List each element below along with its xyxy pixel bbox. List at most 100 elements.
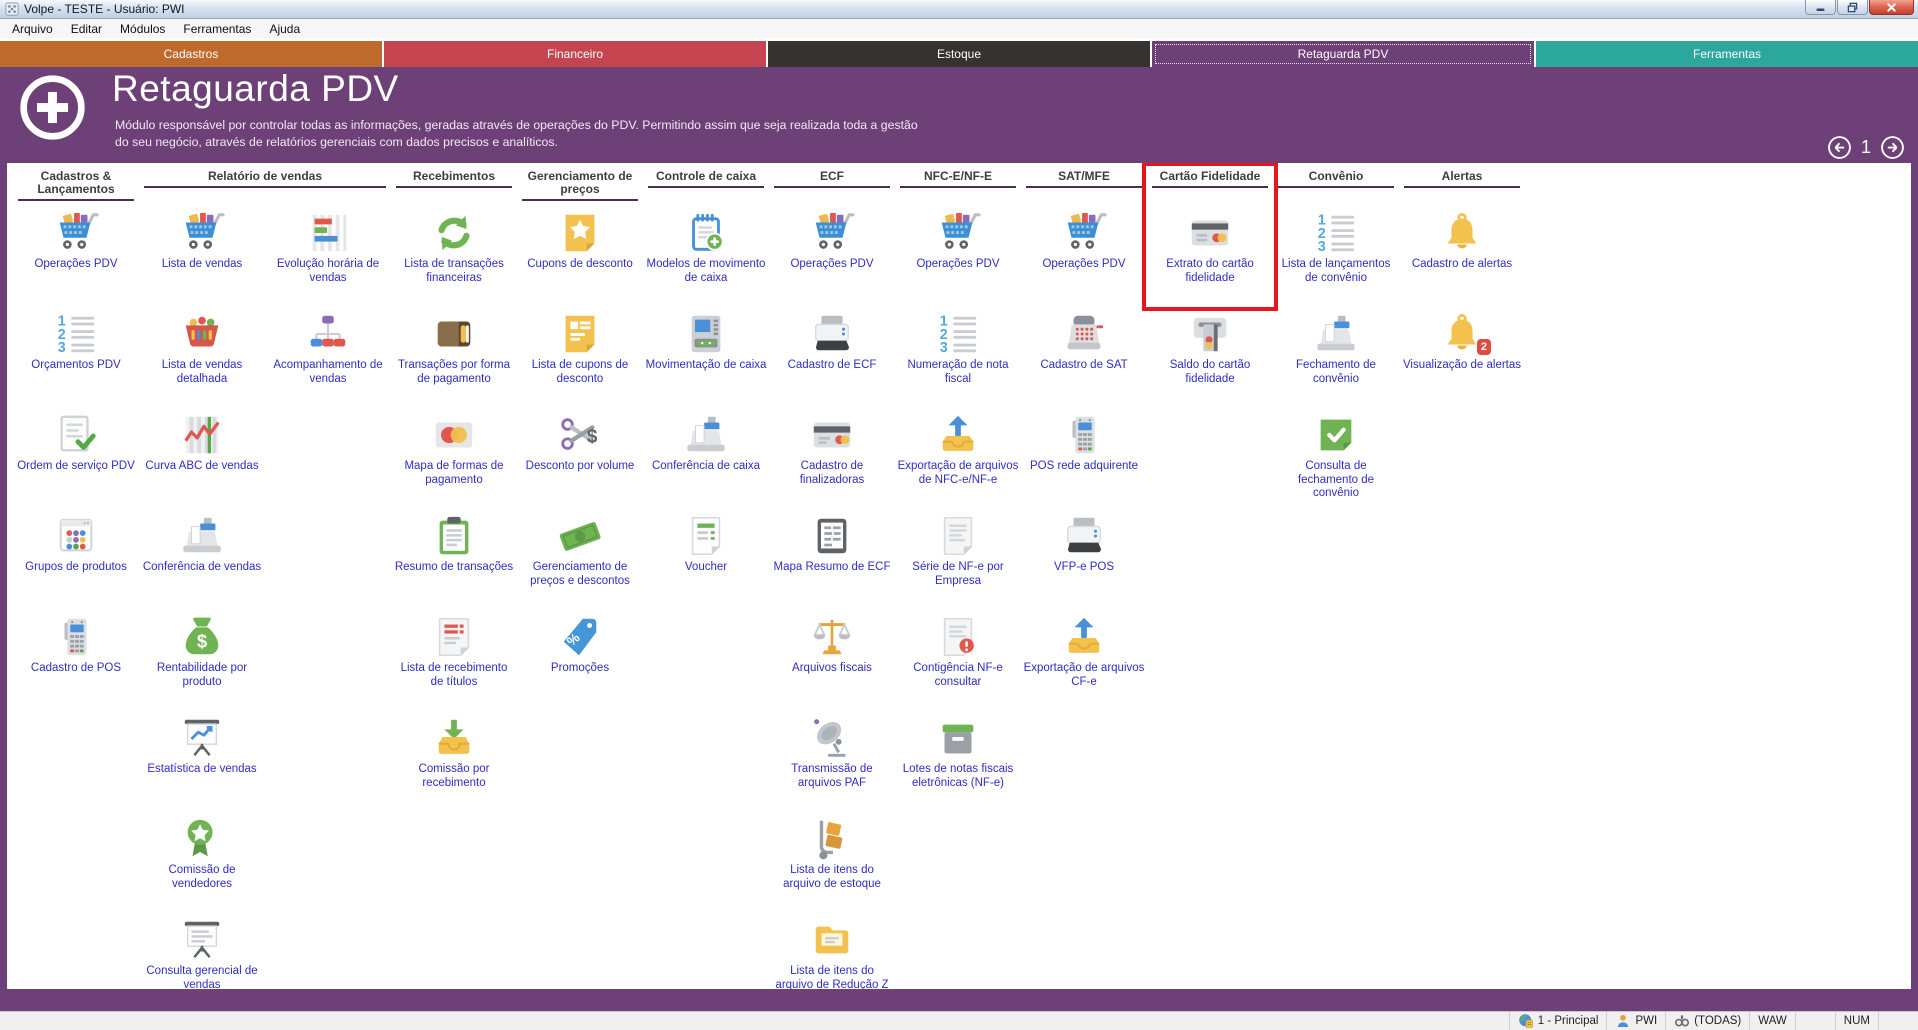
- column-header: SAT/MFE: [1021, 167, 1147, 205]
- module-item-label: Visualização de alertas: [1401, 359, 1523, 373]
- close-button[interactable]: [1869, 0, 1914, 15]
- module-item-consulta-de-fechamento-de-convenio[interactable]: Consulta de fechamento de convênio: [1273, 407, 1399, 508]
- module-item-label: Grupos de produtos: [23, 561, 129, 575]
- module-item-consulta-gerencial-de-vendas[interactable]: Consulta gerencial de vendas: [139, 912, 265, 989]
- module-item-lista-de-recebimento-de-titulos[interactable]: Lista de recebimento de títulos: [391, 609, 517, 710]
- module-item-transacoes-por-forma-de-pagamento[interactable]: Transações por forma de pagamento: [391, 306, 517, 407]
- module-item-transmissao-de-arquivos-paf[interactable]: Transmissão de arquivos PAF: [769, 710, 895, 811]
- module-item-operacoes-pdv[interactable]: Operações PDV: [769, 205, 895, 306]
- module-item-label: Lista de lançamentos de convênio: [1273, 258, 1399, 285]
- module-item-visualizacao-de-alertas[interactable]: 2Visualização de alertas: [1399, 306, 1525, 407]
- module-item-comissao-de-vendedores[interactable]: Comissão de vendedores: [139, 811, 265, 912]
- module-item-cadastro-de-sat[interactable]: Cadastro de SAT: [1021, 306, 1147, 407]
- module-item-contigencia-nf-e-consultar[interactable]: Contigência NF-e consultar: [895, 609, 1021, 710]
- export-box-icon: [1061, 614, 1107, 660]
- module-item-resumo-de-transacoes[interactable]: Resumo de transações: [391, 508, 517, 609]
- tab-financeiro[interactable]: Financeiro: [384, 41, 766, 67]
- minimize-button[interactable]: [1805, 0, 1836, 15]
- module-item-ordem-de-servico-pdv[interactable]: Ordem de serviço PDV: [13, 407, 139, 508]
- module-item-saldo-do-cartao-fidelidade[interactable]: Saldo do cartão fidelidade: [1147, 306, 1273, 407]
- inbox-receive-icon: [431, 715, 477, 761]
- menu-editar[interactable]: Editar: [62, 19, 111, 38]
- module-item-vfp-e-pos[interactable]: VFP-e POS: [1021, 508, 1147, 609]
- status-waw: WAW: [1749, 1012, 1795, 1030]
- module-item-desconto-por-volume[interactable]: Desconto por volume: [517, 407, 643, 508]
- module-item-fechamento-de-convenio[interactable]: Fechamento de convênio: [1273, 306, 1399, 407]
- module-item-operacoes-pdv[interactable]: Operações PDV: [895, 205, 1021, 306]
- module-item-lista-de-cupons-de-desconto[interactable]: Lista de cupons de desconto: [517, 306, 643, 407]
- module-item-acompanhamento-de-vendas[interactable]: Acompanhamento de vendas: [265, 306, 391, 407]
- module-item-label: Operações PDV: [1040, 258, 1127, 272]
- module-item-modelos-de-movimento-de-caixa[interactable]: Modelos de movimento de caixa: [643, 205, 769, 306]
- module-item-operacoes-pdv[interactable]: Operações PDV: [1021, 205, 1147, 306]
- module-item-cadastro-de-alertas[interactable]: Cadastro de alertas: [1399, 205, 1525, 306]
- tab-cadastros[interactable]: Cadastros: [0, 41, 382, 67]
- module-item-label: Lista de vendas detalhada: [139, 359, 265, 386]
- module-item-extrato-do-cartao-fidelidade[interactable]: Extrato do cartão fidelidade: [1147, 205, 1273, 306]
- module-item-lista-de-vendas[interactable]: Lista de vendas: [139, 205, 265, 306]
- menu-arquivo[interactable]: Arquivo: [3, 19, 62, 38]
- minimize-icon: [1815, 2, 1826, 13]
- module-item-lista-de-lancamentos-de-convenio[interactable]: Lista de lançamentos de convênio: [1273, 205, 1399, 306]
- money-bag-icon: [179, 614, 225, 660]
- module-item-serie-de-nf-e-por-empresa[interactable]: Série de NF-e por Empresa: [895, 508, 1021, 609]
- menu-modulos[interactable]: Módulos: [111, 19, 174, 38]
- module-item-conferencia-de-vendas[interactable]: Conferência de vendas: [139, 508, 265, 609]
- loyalty-card-icon: [1187, 210, 1233, 256]
- module-item-lista-de-itens-do-arquivo-de-estoque[interactable]: Lista de itens do arquivo de estoque: [769, 811, 895, 912]
- module-item-mapa-resumo-de-ecf[interactable]: Mapa Resumo de ECF: [769, 508, 895, 609]
- pos-terminal-icon: [53, 614, 99, 660]
- shopping-cart-icon: [53, 210, 99, 256]
- module-item-lista-de-transacoes-financeiras[interactable]: Lista de transações financeiras: [391, 205, 517, 306]
- retaguarda-pdv-module: Retaguarda PDV Módulo responsável por co…: [0, 67, 1918, 1011]
- module-item-cupons-de-desconto[interactable]: Cupons de desconto: [517, 205, 643, 306]
- document-alert-icon: [935, 614, 981, 660]
- modules-grid: Cadastros & LançamentosOperações PDVOrça…: [13, 167, 1911, 989]
- module-item-voucher[interactable]: Voucher: [643, 508, 769, 609]
- column-header: Alertas: [1399, 167, 1525, 205]
- previous-page-button[interactable]: [1827, 135, 1852, 160]
- shopping-cart-icon: [809, 210, 855, 256]
- module-item-lotes-de-notas-fiscais-eletronicas-nf-e[interactable]: Lotes de notas fiscais eletrônicas (NF-e…: [895, 710, 1021, 811]
- module-item-cadastro-de-ecf[interactable]: Cadastro de ECF: [769, 306, 895, 407]
- module-item-lista-de-vendas-detalhada[interactable]: Lista de vendas detalhada: [139, 306, 265, 407]
- module-column-gerenciamento-de-precos: Gerenciamento de preçosCupons de descont…: [517, 167, 643, 710]
- module-item-cadastro-de-pos[interactable]: Cadastro de POS: [13, 609, 139, 710]
- tab-estoque[interactable]: Estoque: [768, 41, 1150, 67]
- shopping-cart-icon: [179, 210, 225, 256]
- module-item-exportacao-de-arquivos-de-nfc-e-nf-e[interactable]: Exportação de arquivos de NFC-e/NF-e: [895, 407, 1021, 508]
- module-item-numeracao-de-nota-fiscal[interactable]: Numeração de nota fiscal: [895, 306, 1021, 407]
- bar-chart-icon: [305, 210, 351, 256]
- module-item-evolucao-horaria-de-vendas[interactable]: Evolução horária de vendas: [265, 205, 391, 306]
- module-item-operacoes-pdv[interactable]: Operações PDV: [13, 205, 139, 306]
- module-item-promocoes[interactable]: Promoções: [517, 609, 643, 710]
- module-column-convenio: ConvênioLista de lançamentos de convênio…: [1273, 167, 1399, 508]
- module-item-label: Gerenciamento de preços e descontos: [517, 561, 643, 588]
- module-item-orcamentos-pdv[interactable]: Orçamentos PDV: [13, 306, 139, 407]
- module-item-lista-de-itens-do-arquivo-de-reducao-z[interactable]: Lista de itens do arquivo de Redução Z: [769, 912, 895, 989]
- module-item-grupos-de-produtos[interactable]: Grupos de produtos: [13, 508, 139, 609]
- module-item-arquivos-fiscais[interactable]: Arquivos fiscais: [769, 609, 895, 710]
- module-item-movimentacao-de-caixa[interactable]: Movimentação de caixa: [643, 306, 769, 407]
- module-item-gerenciamento-de-precos-e-descontos[interactable]: Gerenciamento de preços e descontos: [517, 508, 643, 609]
- module-item-curva-abc-de-vendas[interactable]: Curva ABC de vendas: [139, 407, 265, 508]
- tab-ferramentas[interactable]: Ferramentas: [1536, 41, 1918, 67]
- module-item-cadastro-de-finalizadoras[interactable]: Cadastro de finalizadoras: [769, 407, 895, 508]
- module-item-exportacao-de-arquivos-cf-e[interactable]: Exportação de arquivos CF-e: [1021, 609, 1147, 710]
- module-item-rentabilidade-por-produto[interactable]: Rentabilidade por produto: [139, 609, 265, 710]
- restore-button[interactable]: [1837, 0, 1868, 15]
- module-item-label: Mapa de formas de pagamento: [391, 460, 517, 487]
- menu-ajuda[interactable]: Ajuda: [260, 19, 309, 38]
- module-item-mapa-de-formas-de-pagamento[interactable]: Mapa de formas de pagamento: [391, 407, 517, 508]
- module-item-conferencia-de-caixa[interactable]: Conferência de caixa: [643, 407, 769, 508]
- next-page-button[interactable]: [1880, 135, 1905, 160]
- module-item-label: Lista de itens do arquivo de estoque: [769, 864, 895, 891]
- module-item-label: Arquivos fiscais: [790, 662, 874, 676]
- module-item-comissao-por-recebimento[interactable]: Comissão por recebimento: [391, 710, 517, 811]
- module-item-estatistica-de-vendas[interactable]: Estatística de vendas: [139, 710, 265, 811]
- module-item-label: Orçamentos PDV: [29, 359, 122, 373]
- module-item-label: Lista de itens do arquivo de Redução Z: [769, 965, 895, 989]
- module-item-pos-rede-adquirente[interactable]: POS rede adquirente: [1021, 407, 1147, 508]
- tab-retaguarda-pdv[interactable]: Retaguarda PDV: [1152, 41, 1534, 67]
- menu-ferramentas[interactable]: Ferramentas: [174, 19, 260, 38]
